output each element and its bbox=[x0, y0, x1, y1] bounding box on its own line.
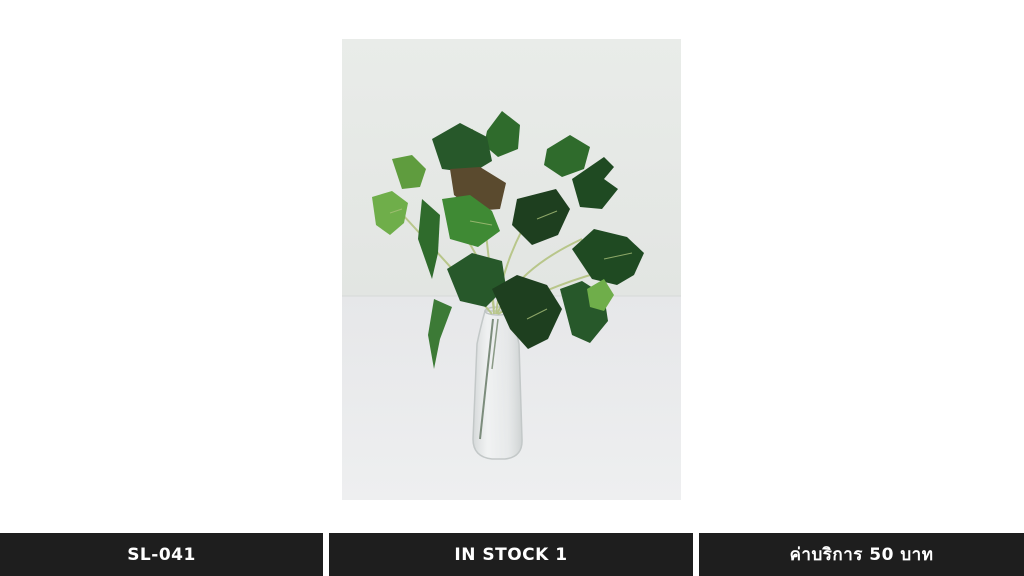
stock-bar: IN STOCK 1 bbox=[329, 533, 693, 576]
product-photo bbox=[342, 39, 681, 500]
price-bar: ค่าบริการ 50 บาท bbox=[699, 533, 1024, 576]
product-code-bar: SL-041 bbox=[0, 533, 323, 576]
service-price: ค่าบริการ 50 บาท bbox=[789, 545, 934, 565]
product-code: SL-041 bbox=[127, 544, 196, 565]
stock-status: IN STOCK 1 bbox=[454, 544, 568, 565]
